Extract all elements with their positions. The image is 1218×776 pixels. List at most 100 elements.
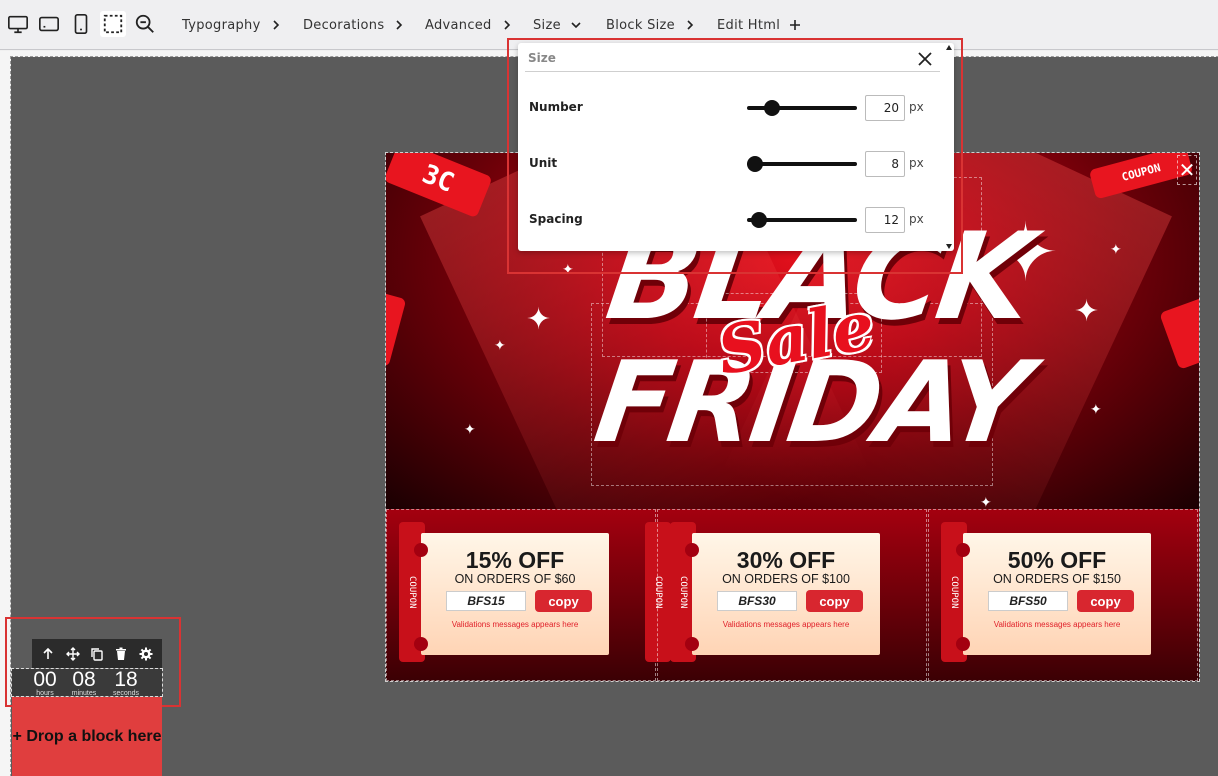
coupon-card: 30% OFF ON ORDERS OF $100 BFS30 copy Val… [685,533,880,655]
timer-seconds-value: 18 [114,668,138,691]
unit-label: px [909,156,924,170]
validation-message: Validations messages appears here [993,620,1121,629]
scroll-down-icon[interactable] [946,244,952,249]
menu-edit-html[interactable]: Edit Html [717,14,801,36]
tablet-landscape-icon[interactable] [36,11,62,37]
chevron-right-icon [684,19,696,31]
menu-typography[interactable]: Typography [182,14,282,36]
chevron-right-icon [270,19,282,31]
coupon-row: COUPON COUPON 15% OFF ON ORDERS OF $60 B… [386,509,1199,681]
unit-label: px [909,100,924,114]
menu-size-label: Size [533,17,561,33]
coupon-discount: 30% OFF [736,547,836,573]
delete-icon[interactable] [110,643,132,665]
menu-block-size[interactable]: Block Size [606,14,696,36]
settings-icon[interactable] [135,643,157,665]
timer-minutes-label: minutes [71,690,97,697]
chevron-right-icon [501,19,513,31]
validation-message: Validations messages appears here [451,620,579,629]
size-panel-title: Size [528,51,556,65]
coupon-condition: ON ORDERS OF $150 [993,572,1121,586]
scrollbar[interactable] [946,45,952,249]
coupon-code[interactable]: BFS15 [446,591,526,611]
coupon-card: 15% OFF ON ORDERS OF $60 BFS15 copy Vali… [414,533,609,655]
slider-thumb[interactable] [763,100,780,116]
arrow-up-icon[interactable] [37,643,59,665]
block-action-toolbar [32,639,162,668]
slider-thumb[interactable] [747,156,763,172]
coupon-condition: ON ORDERS OF $100 [722,572,850,586]
sparkle-icon: ✦ [1090,402,1102,418]
sparkle-icon: ✦ [1074,294,1100,329]
menu-size[interactable]: Size [533,14,582,36]
menu-decorations-label: Decorations [303,17,385,33]
coupon-code[interactable]: BFS30 [717,591,797,611]
copy-button[interactable]: copy [1077,590,1134,612]
coupon-condition: ON ORDERS OF $60 [454,572,576,586]
number-slider[interactable] [747,100,857,116]
coupon-code[interactable]: BFS50 [988,591,1068,611]
coupon-notch [956,637,970,651]
coupon-card: 50% OFF ON ORDERS OF $150 BFS50 copy Val… [956,533,1151,655]
copy-button[interactable]: copy [535,590,592,612]
size-panel: Size Number 20 px Unit 8 px Spacing 12 p… [518,43,954,251]
move-icon[interactable] [62,643,84,665]
menu-typography-label: Typography [182,17,261,33]
spacing-slider[interactable] [747,212,857,228]
copy-button[interactable]: copy [806,590,863,612]
size-row-unit: Unit 8 px [529,150,939,178]
menu-advanced[interactable]: Advanced [425,14,513,36]
duplicate-icon[interactable] [86,643,108,665]
coupon-cell[interactable]: COUPON 50% OFF ON ORDERS OF $150 BFS50 c… [928,509,1198,681]
plus-icon [789,19,801,31]
zoom-out-icon[interactable] [132,11,158,37]
drop-block-placeholder[interactable]: + Drop a block here [12,697,162,776]
chevron-down-icon [570,19,582,31]
size-row-number: Number 20 px [529,94,939,122]
chevron-right-icon [393,19,405,31]
coupon-ticket-decoration [386,289,407,367]
timer-seconds-label: seconds [112,690,140,697]
scroll-up-icon[interactable] [946,45,952,50]
coupon-discount: 15% OFF [465,547,565,573]
menu-block-size-label: Block Size [606,17,675,33]
select-area-icon[interactable] [100,11,126,37]
countdown-timer[interactable]: 00 hours 08 minutes 18 seconds [11,668,163,697]
coupon-discount: 50% OFF [1007,547,1107,573]
number-input[interactable]: 20 [865,95,905,121]
coupon-notch [685,637,699,651]
size-row-label: Unit [529,156,558,170]
size-row-label: Spacing [529,212,583,226]
menu-decorations[interactable]: Decorations [303,14,405,36]
banner-close-button[interactable]: ✕ [1177,155,1197,185]
sparkle-icon: ✦ [1110,242,1122,258]
unit-input[interactable]: 8 [865,151,905,177]
spacing-input[interactable]: 12 [865,207,905,233]
sparkle-icon: ✦ [464,422,476,438]
menu-advanced-label: Advanced [425,17,492,33]
size-row-spacing: Spacing 12 px [529,206,939,234]
size-row-label: Number [529,100,583,114]
timer-hours: 00 hours [28,668,62,697]
close-icon[interactable] [915,49,935,69]
slider-thumb[interactable] [750,212,767,228]
sparkle-icon: ✦ [494,338,506,354]
validation-message: Validations messages appears here [722,620,850,629]
sparkle-icon: ✦ [526,302,552,337]
sparkle-icon: ✦ [980,495,992,511]
timer-seconds: 18 seconds [109,668,143,697]
timer-hours-value: 00 [33,668,57,691]
coupon-cell[interactable]: COUPON COUPON 15% OFF ON ORDERS OF $60 B… [386,509,671,681]
unit-slider[interactable] [747,156,857,172]
timer-hours-label: hours [36,690,54,697]
unit-label: px [909,212,924,226]
menu-edit-html-label: Edit Html [717,17,781,33]
timer-minutes: 08 minutes [67,668,101,697]
timer-minutes-value: 08 [72,668,96,691]
mobile-icon[interactable] [68,11,94,37]
coupon-cell[interactable]: COUPON 30% OFF ON ORDERS OF $100 BFS30 c… [657,509,927,681]
coupon-notch [414,637,428,651]
divider [525,71,940,72]
desktop-icon[interactable] [5,11,31,37]
coupon-ticket-decoration [1159,296,1199,370]
